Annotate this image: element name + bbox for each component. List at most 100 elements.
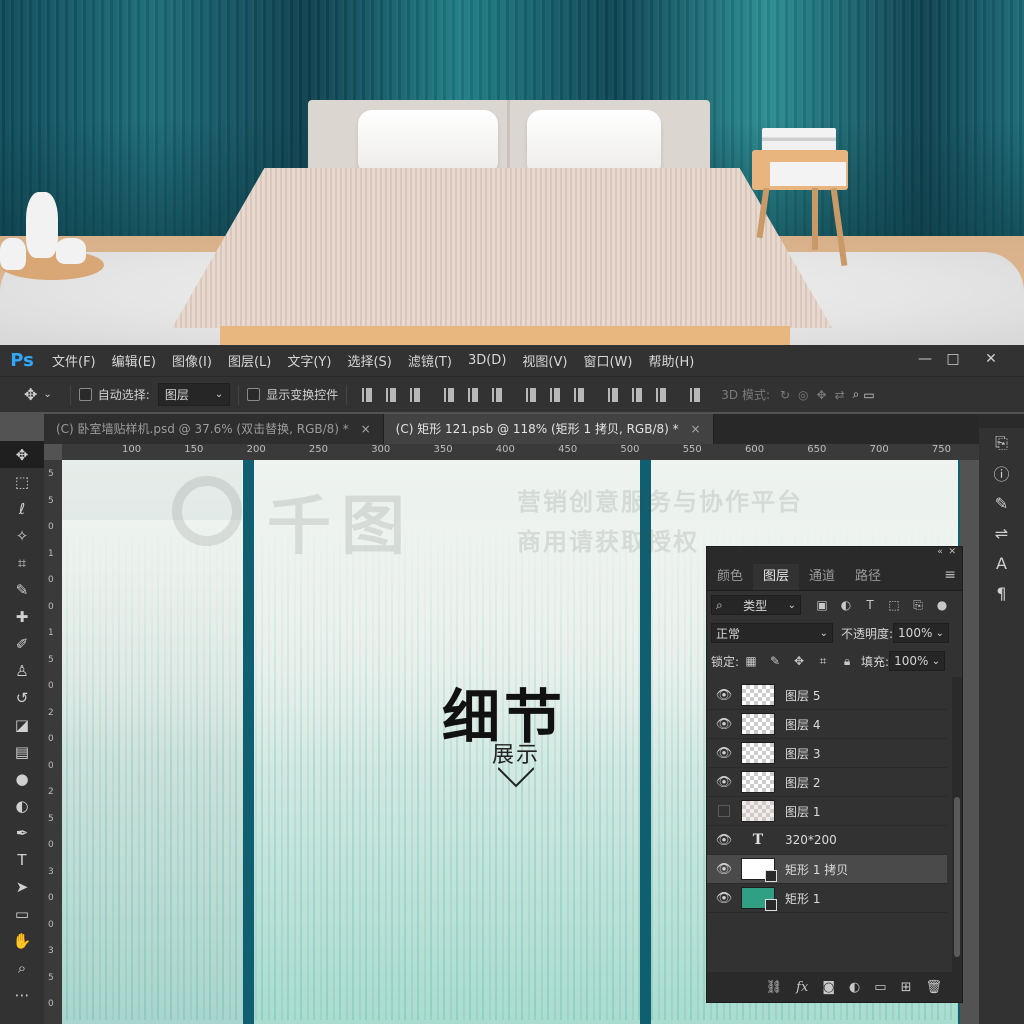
history-panel-icon[interactable]: ⎘ — [979, 428, 1024, 458]
tool-preset-chevron-icon[interactable]: ⌄ — [43, 389, 51, 400]
magic-wand-icon[interactable]: ✧ — [0, 522, 44, 549]
blend-mode-select[interactable]: 正常 ⌄ — [711, 623, 833, 643]
menu-select[interactable]: 选择(S) — [339, 351, 399, 370]
align-top-icon[interactable] — [360, 387, 375, 402]
healing-brush-icon[interactable]: ✚ — [0, 603, 44, 630]
distribute-bottom-icon[interactable] — [572, 387, 587, 402]
lasso-tool-icon[interactable]: ℓ — [0, 495, 44, 522]
brush-tool-icon[interactable]: ✐ — [0, 630, 44, 657]
maximize-button[interactable]: □ — [940, 348, 966, 370]
minimize-button[interactable]: — — [912, 348, 938, 370]
tab-color[interactable]: 颜色 — [707, 564, 753, 590]
close-window-button[interactable]: ✕ — [978, 348, 1004, 370]
tab-layers[interactable]: 图层 — [753, 564, 800, 590]
distribute-right-icon[interactable] — [654, 387, 669, 402]
marquee-tool-icon[interactable]: ⬚ — [0, 468, 44, 495]
layers-scrollbar[interactable] — [952, 677, 962, 972]
close-tab-icon[interactable]: × — [361, 422, 371, 436]
panel-menu-icon[interactable]: ≡ — [944, 567, 956, 583]
filter-toggle-icon[interactable]: ● — [935, 598, 949, 612]
filter-type-icon[interactable]: T — [863, 598, 877, 612]
auto-align-icon[interactable] — [688, 387, 703, 402]
3d-pan-icon[interactable]: ✥ — [817, 388, 827, 402]
tab-channels[interactable]: 通道 — [799, 564, 845, 590]
menu-help[interactable]: 帮助(H) — [640, 351, 702, 370]
3d-roll-icon[interactable]: ◎ — [798, 388, 808, 402]
lock-pixels-icon[interactable]: ✎ — [768, 654, 782, 668]
3d-rotate-icon[interactable]: ↻ — [780, 388, 790, 402]
visibility-eye-icon[interactable]: 👁︎ — [707, 688, 741, 703]
lock-all-icon[interactable]: 🔒︎ — [840, 654, 854, 668]
visibility-eye-icon[interactable]: 👁︎ — [707, 746, 741, 761]
folder-icon[interactable]: ▭ — [874, 980, 886, 995]
layer-row[interactable]: 图层 1 — [707, 797, 947, 826]
tab-bedroom-mockup[interactable]: (C) 卧室墙贴样机.psd @ 37.6% (双击替换, RGB/8) * × — [44, 414, 384, 444]
visibility-eye-icon[interactable]: 👁︎ — [707, 833, 741, 848]
visibility-eye-icon[interactable]: 👁︎ — [707, 717, 741, 732]
eyedropper-icon[interactable]: ✎ — [0, 576, 44, 603]
layer-row-selected[interactable]: 👁︎ 矩形 1 拷贝 — [707, 855, 947, 884]
rectangle-tool-icon[interactable]: ▭ — [0, 900, 44, 927]
eraser-tool-icon[interactable]: ◪ — [0, 711, 44, 738]
close-tab-icon[interactable]: × — [690, 422, 700, 436]
distribute-vcenter-icon[interactable] — [548, 387, 563, 402]
align-hcenter-icon[interactable] — [466, 387, 481, 402]
menu-layer[interactable]: 图层(L) — [220, 351, 279, 370]
fill-input[interactable]: 100% ⌄ — [889, 651, 946, 671]
move-tool-icon[interactable]: ✥ — [24, 385, 37, 404]
trash-icon[interactable]: 🗑︎ — [925, 980, 942, 995]
opacity-input[interactable]: 100% ⌄ — [893, 623, 950, 643]
align-bottom-icon[interactable] — [408, 387, 423, 402]
3d-slide-icon[interactable]: ⇄ — [835, 388, 845, 402]
new-layer-icon[interactable]: ⊞ — [901, 980, 912, 995]
crop-tool-icon[interactable]: ⌗ — [0, 549, 44, 576]
menu-type[interactable]: 文字(Y) — [279, 351, 339, 370]
lock-artboard-icon[interactable]: ⌗ — [816, 654, 830, 668]
mask-icon[interactable]: ◙ — [822, 980, 835, 995]
auto-select-checkbox[interactable] — [78, 388, 92, 401]
filter-shape-icon[interactable]: ⬚ — [887, 598, 901, 612]
visibility-eye-icon[interactable]: 👁︎ — [707, 862, 741, 877]
align-left-icon[interactable] — [442, 387, 457, 402]
visibility-off-box[interactable] — [718, 805, 730, 817]
move-tool-icon[interactable]: ✥ — [0, 441, 44, 468]
blur-tool-icon[interactable]: ● — [0, 765, 44, 792]
brush-panel-icon[interactable]: ✎ — [979, 488, 1024, 518]
lock-position-icon[interactable]: ✥ — [792, 654, 806, 668]
collapse-icon[interactable]: « ✕ — [937, 547, 956, 557]
layer-row[interactable]: 👁︎ T 320*200 — [707, 826, 947, 855]
layer-row[interactable]: 👁︎ 图层 4 — [707, 710, 947, 739]
visibility-eye-icon[interactable]: 👁︎ — [707, 891, 741, 906]
link-icon[interactable]: ⛓ — [766, 980, 783, 995]
menu-edit[interactable]: 编辑(E) — [104, 351, 164, 370]
hand-tool-icon[interactable]: ✋ — [0, 927, 44, 954]
fx-icon[interactable]: fx — [796, 980, 808, 995]
distribute-hcenter-icon[interactable] — [630, 387, 645, 402]
layer-row[interactable]: 👁︎ 图层 3 — [707, 739, 947, 768]
menu-image[interactable]: 图像(I) — [164, 351, 220, 370]
layer-row[interactable]: 👁︎ 矩形 1 — [707, 884, 947, 913]
more-tools-icon[interactable]: ⋯ — [0, 981, 44, 1008]
adjust-panel-icon[interactable]: ⇌ — [979, 518, 1024, 548]
distribute-left-icon[interactable] — [606, 387, 621, 402]
path-select-icon[interactable]: ➤ — [0, 873, 44, 900]
tab-rectangle-psb[interactable]: (C) 矩形 121.psb @ 118% (矩形 1 拷贝, RGB/8) *… — [383, 414, 714, 444]
tab-paths[interactable]: 路径 — [845, 564, 891, 590]
menu-filter[interactable]: 滤镜(T) — [400, 351, 460, 370]
adjustment-icon[interactable]: ◐ — [849, 980, 860, 995]
menu-file[interactable]: 文件(F) — [44, 351, 104, 370]
workspace-icon[interactable]: ▭ — [863, 388, 874, 402]
layer-row[interactable]: 👁︎ 图层 2 — [707, 768, 947, 797]
info-panel-icon[interactable]: ⓘ — [979, 458, 1024, 488]
menu-view[interactable]: 视图(V) — [514, 351, 575, 370]
filter-kind-select[interactable]: ⌕ 类型 ⌄ — [711, 595, 801, 615]
align-right-icon[interactable] — [490, 387, 505, 402]
history-brush-icon[interactable]: ↺ — [0, 684, 44, 711]
distribute-top-icon[interactable] — [524, 387, 539, 402]
lock-transparency-icon[interactable]: ▦ — [744, 654, 758, 668]
zoom-tool-icon[interactable]: ⌕ — [0, 954, 44, 981]
dodge-tool-icon[interactable]: ◐ — [0, 792, 44, 819]
filter-pixel-icon[interactable]: ▣ — [815, 598, 829, 612]
auto-select-dropdown[interactable]: 图层 ⌄ — [157, 383, 231, 406]
filter-adjust-icon[interactable]: ◐ — [839, 598, 853, 612]
